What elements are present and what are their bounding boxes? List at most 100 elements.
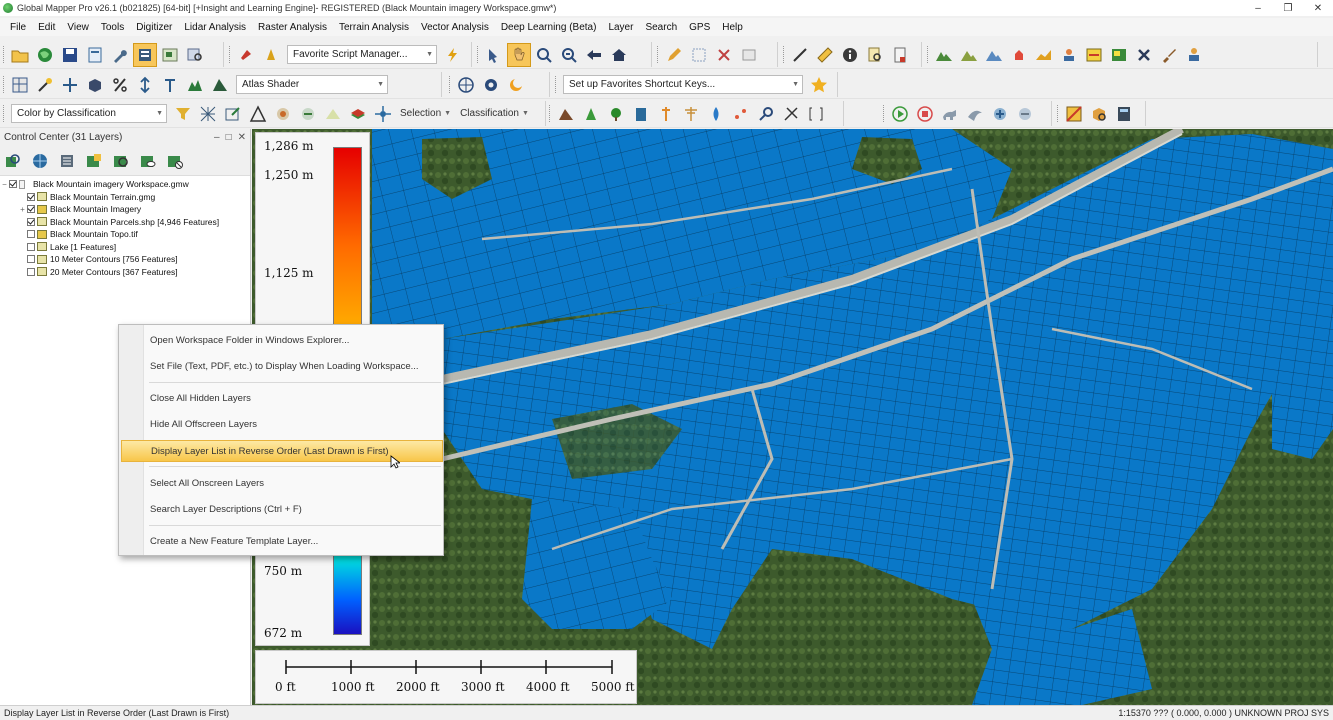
favorite-star-icon[interactable] (807, 73, 831, 97)
digitizer-select-icon[interactable] (482, 43, 506, 67)
menu-select-onscreen-layers[interactable]: Select All Onscreen Layers (121, 472, 443, 494)
color-mode-combo[interactable]: Color by Classification ▼ (11, 104, 167, 123)
print-icon[interactable] (83, 43, 107, 67)
tree-expander[interactable]: − (0, 180, 9, 189)
terrain-shade-icon[interactable] (932, 43, 956, 67)
map-layout-icon[interactable] (1062, 102, 1086, 126)
path-profile-icon[interactable] (1032, 43, 1056, 67)
layer-stack-icon[interactable] (346, 102, 370, 126)
selection-dropdown[interactable]: Selection ▼ (396, 108, 455, 119)
layer-search-icon[interactable] (110, 150, 132, 172)
menu-tools[interactable]: Tools (95, 22, 130, 33)
layer-list-icon[interactable] (56, 150, 78, 172)
zoom-to-layer-icon[interactable] (2, 150, 24, 172)
point-cloud-icon[interactable] (271, 102, 295, 126)
menu-deep-learning[interactable]: Deep Learning (Beta) (495, 22, 603, 33)
layer-hide-icon[interactable] (164, 150, 186, 172)
map-search-icon[interactable] (1087, 102, 1111, 126)
animal-icon[interactable] (938, 102, 962, 126)
layer-row-workspace[interactable]: − Black Mountain imagery Workspace.gmw (0, 178, 250, 191)
search-vector-icon[interactable] (183, 43, 207, 67)
layer-row-contours-20m[interactable]: 20 Meter Contours [367 Features] (0, 266, 250, 279)
water-class-icon[interactable] (704, 102, 728, 126)
menu-set-display-file[interactable]: Set File (Text, PDF, etc.) to Display Wh… (121, 355, 443, 377)
noise-class-icon[interactable] (729, 102, 753, 126)
layer-row-parcels[interactable]: Black Mountain Parcels.shp [4,946 Featur… (0, 216, 250, 229)
watershed-icon[interactable] (982, 43, 1006, 67)
layer-visibility-icon[interactable] (137, 150, 159, 172)
layer-checkbox[interactable] (27, 205, 35, 214)
minimize-button[interactable]: – (1243, 0, 1273, 16)
globe-icon[interactable] (33, 43, 57, 67)
favorites-shortcut-combo[interactable]: Set up Favorites Shortcut Keys... ▼ (563, 75, 803, 94)
terrain-dark-icon[interactable] (208, 73, 232, 97)
menu-file[interactable]: File (4, 22, 32, 33)
menu-vector-analysis[interactable]: Vector Analysis (415, 22, 495, 33)
pole-class-icon[interactable] (654, 102, 678, 126)
document-icon[interactable] (888, 43, 912, 67)
zoom-in-icon[interactable] (532, 43, 556, 67)
ground-icon[interactable] (321, 102, 345, 126)
layer-checkbox[interactable] (27, 192, 35, 201)
classification-dropdown[interactable]: Classification ▼ (456, 108, 533, 119)
percent-icon[interactable] (108, 73, 132, 97)
panel-close-button[interactable]: ✕ (238, 132, 246, 143)
powerline-class-icon[interactable] (679, 102, 703, 126)
panel-minimize-button[interactable]: – (214, 132, 220, 143)
grid-points-icon[interactable] (196, 102, 220, 126)
panel-float-button[interactable]: □ (226, 132, 232, 143)
remove-waypoint-icon[interactable] (1013, 102, 1037, 126)
script-run-icon[interactable] (259, 43, 283, 67)
menu-terrain-analysis[interactable]: Terrain Analysis (333, 22, 415, 33)
ruler-icon[interactable] (813, 43, 837, 67)
favorite-script-combo[interactable]: Favorite Script Manager... ▼ (287, 45, 437, 64)
menu-lidar-analysis[interactable]: Lidar Analysis (178, 22, 252, 33)
stop-icon[interactable] (913, 102, 937, 126)
layout-icon[interactable] (1082, 43, 1106, 67)
layer-row-topo[interactable]: Black Mountain Topo.tif (0, 228, 250, 241)
layer-row-lake[interactable]: Lake [1 Features] (0, 241, 250, 254)
delete-x-icon[interactable] (712, 43, 736, 67)
back-arrow-icon[interactable] (582, 43, 606, 67)
globe-3d-icon[interactable] (454, 73, 478, 97)
menu-search[interactable]: Search (639, 22, 683, 33)
terrain-class-icon[interactable] (554, 102, 578, 126)
layer-row-imagery[interactable]: + Black Mountain Imagery (0, 203, 250, 216)
image-icon[interactable] (1107, 43, 1131, 67)
open-folder-icon[interactable] (8, 43, 32, 67)
high-veg-icon[interactable] (604, 102, 628, 126)
feature-info-icon[interactable] (737, 43, 761, 67)
menu-hide-offscreen-layers[interactable]: Hide All Offscreen Layers (121, 413, 443, 435)
close-button[interactable]: ✕ (1303, 0, 1333, 16)
menu-close-hidden-layers[interactable]: Close All Hidden Layers (121, 387, 443, 409)
low-veg-icon[interactable] (579, 102, 603, 126)
building-class-icon[interactable] (629, 102, 653, 126)
menu-edit[interactable]: Edit (32, 22, 61, 33)
view-shed-icon[interactable] (1007, 43, 1031, 67)
sun-arrow-icon[interactable] (33, 73, 57, 97)
menu-help[interactable]: Help (716, 22, 749, 33)
elevation-edit-icon[interactable] (58, 73, 82, 97)
pencil-icon[interactable] (662, 43, 686, 67)
person-tool-icon[interactable] (1182, 43, 1206, 67)
bracket-icon[interactable] (804, 102, 828, 126)
lighting-icon[interactable] (158, 73, 182, 97)
cut-points-icon[interactable] (779, 102, 803, 126)
script-pin-icon[interactable] (234, 43, 258, 67)
config-wrench-icon[interactable] (108, 43, 132, 67)
layer-row-contours-10m[interactable]: 10 Meter Contours [756 Features] (0, 253, 250, 266)
shader-combo[interactable]: Atlas Shader ▼ (236, 75, 388, 94)
layer-checkbox[interactable] (27, 217, 35, 226)
control-center-icon[interactable] (133, 42, 157, 67)
menu-open-workspace-folder[interactable]: Open Workspace Folder in Windows Explore… (121, 329, 443, 351)
settings-gear-icon[interactable] (479, 73, 503, 97)
lightning-icon[interactable] (441, 43, 465, 67)
brush-icon[interactable] (1157, 43, 1181, 67)
terrain-contour-icon[interactable] (957, 43, 981, 67)
add-waypoint-icon[interactable] (988, 102, 1012, 126)
edit-points-icon[interactable] (221, 102, 245, 126)
menu-raster-analysis[interactable]: Raster Analysis (252, 22, 333, 33)
restore-button[interactable]: ❐ (1273, 0, 1303, 16)
save-icon[interactable] (58, 43, 82, 67)
find-icon[interactable] (863, 43, 887, 67)
